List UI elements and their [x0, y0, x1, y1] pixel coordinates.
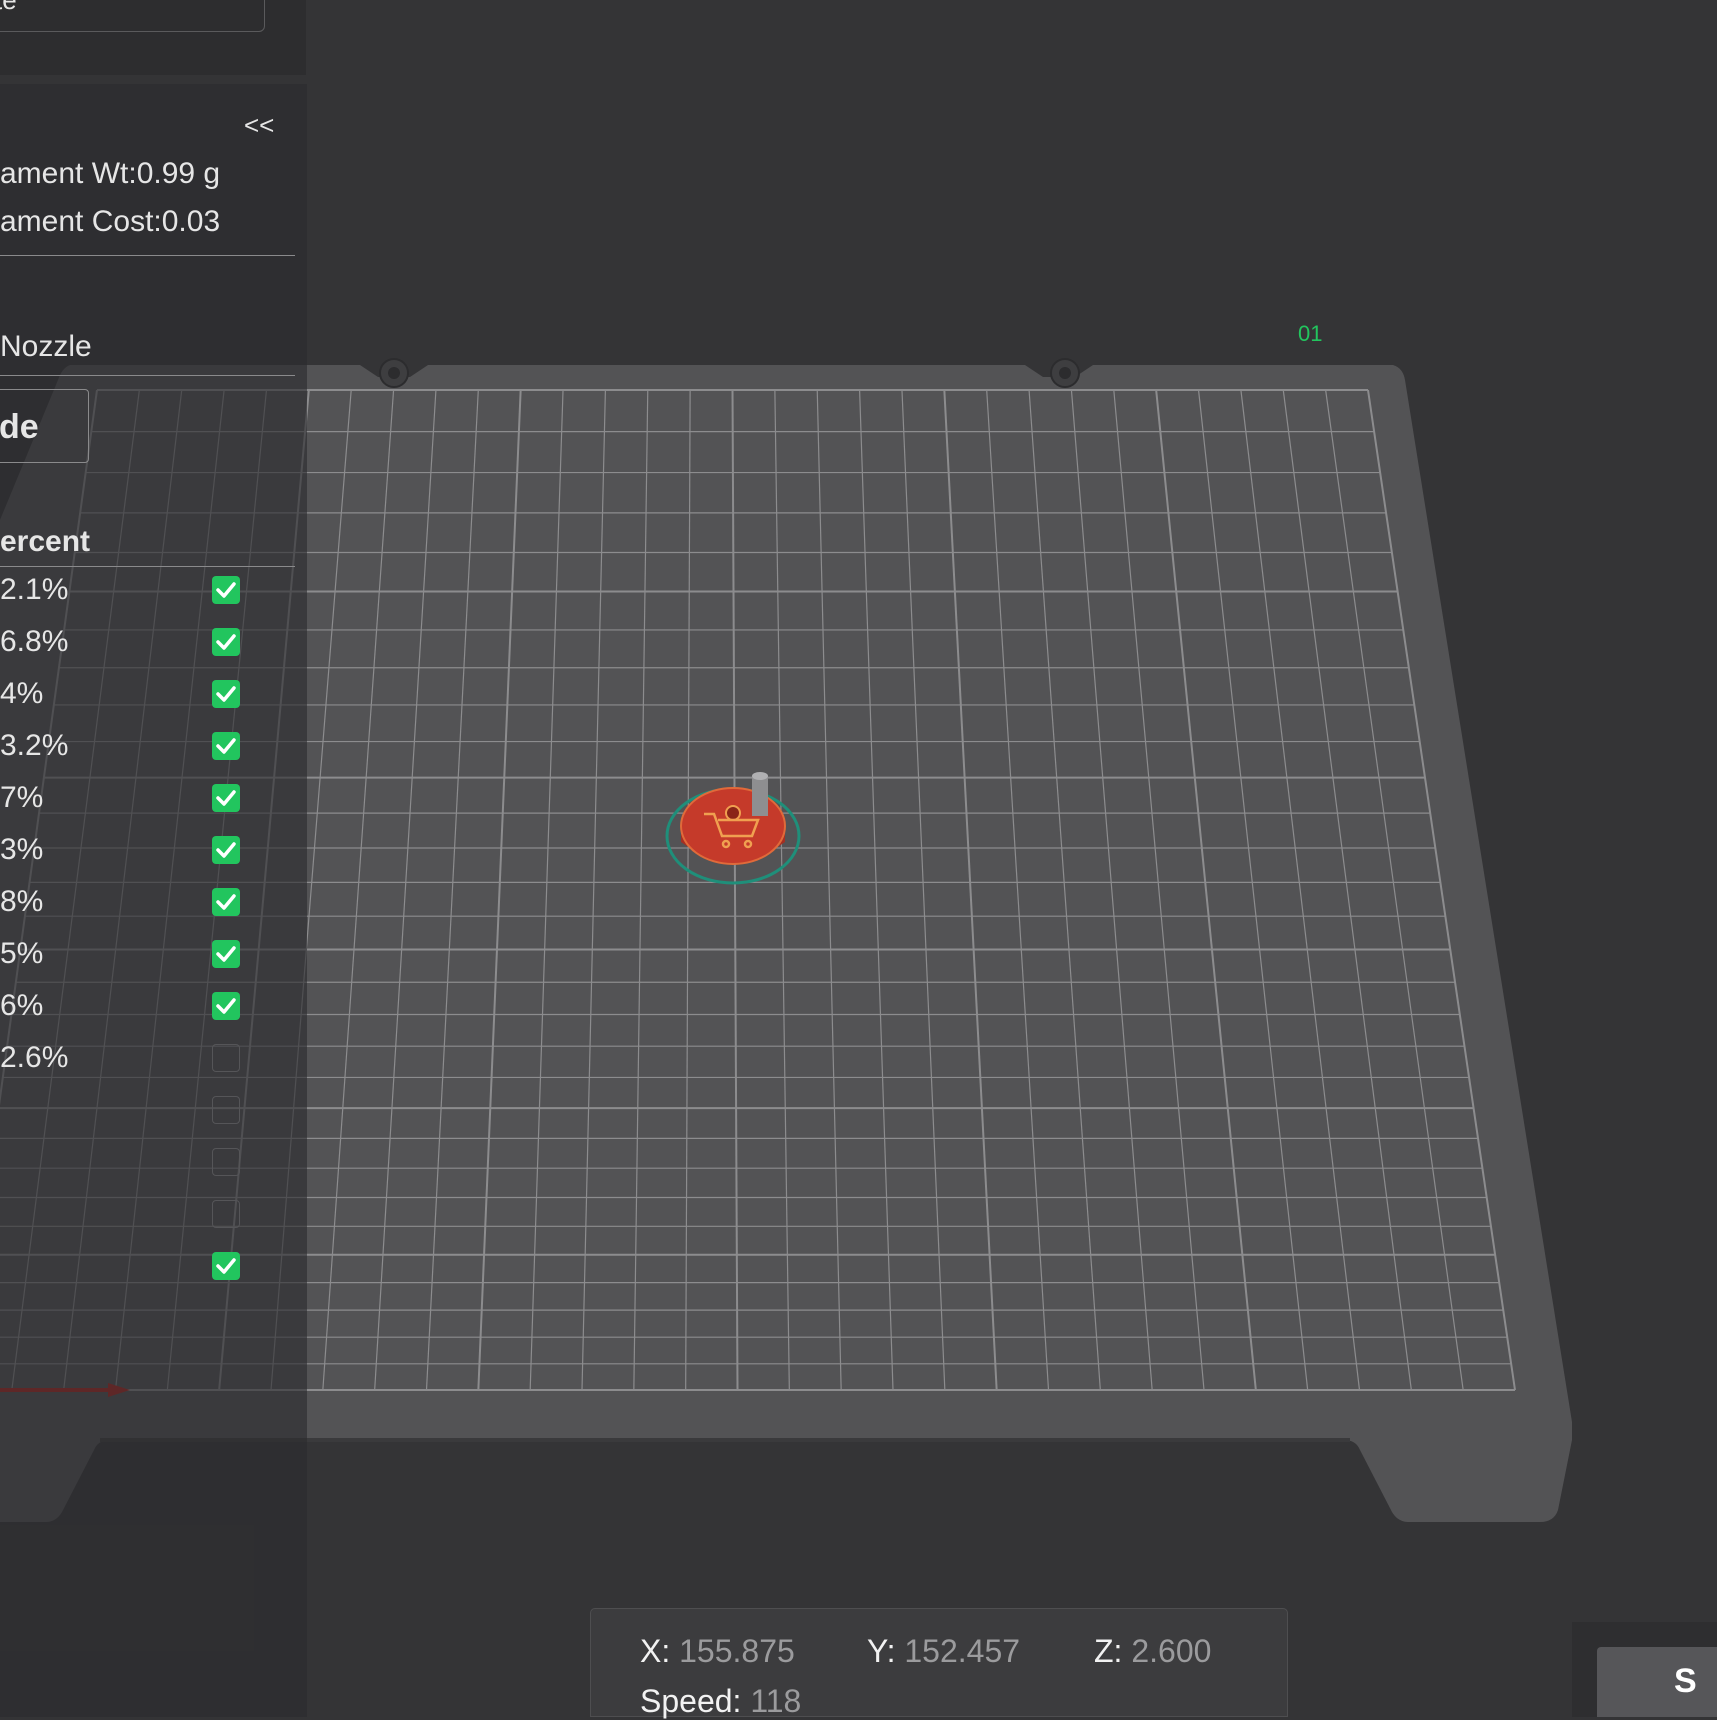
percent-value: 4%: [0, 677, 44, 710]
checkmark-icon: [216, 894, 236, 910]
visibility-checkbox[interactable]: [212, 1252, 240, 1280]
percent-value: 5%: [0, 937, 44, 970]
filament-weight: ament Wt:0.99 g: [0, 157, 221, 190]
visibility-checkbox[interactable]: [212, 992, 240, 1020]
list-item: 2.1%: [0, 564, 300, 616]
list-item: 3.2%: [0, 720, 300, 772]
view-mode-tab[interactable]: de: [0, 389, 89, 463]
visibility-checkbox[interactable]: [212, 680, 240, 708]
divider: [0, 375, 295, 376]
checkmark-icon: [216, 686, 236, 702]
slice-button[interactable]: [1597, 1647, 1717, 1717]
visibility-checkbox[interactable]: [212, 1148, 240, 1176]
corner-panel: S: [1572, 1622, 1717, 1717]
visibility-checkbox[interactable]: [212, 940, 240, 968]
list-item: 8%: [0, 876, 300, 928]
plate-mount-hole: [388, 367, 400, 379]
checkmark-icon: [216, 582, 236, 598]
list-item: 3%: [0, 824, 300, 876]
slice-button-label: S: [1674, 1662, 1697, 1700]
y-value: 152.457: [904, 1633, 1021, 1669]
checkmark-icon: [216, 738, 236, 754]
percent-value: 6.8%: [0, 625, 69, 658]
list-item: [0, 1240, 300, 1292]
visibility-checkbox[interactable]: [212, 888, 240, 916]
percent-value: 6%: [0, 989, 44, 1022]
divider: [0, 255, 295, 256]
x-value: 155.875: [679, 1633, 795, 1669]
visibility-checkbox[interactable]: [212, 1044, 240, 1072]
list-item: 2.6%: [0, 1032, 300, 1084]
speed-readout: Speed: 118: [640, 1683, 801, 1720]
percent-value: 8%: [0, 885, 44, 918]
speed-value: 118: [750, 1683, 802, 1719]
speed-label: Speed:: [640, 1683, 742, 1719]
checkmark-icon: [216, 842, 236, 858]
percent-value: 2.1%: [0, 573, 69, 606]
z-readout: Z: 2.600: [1094, 1633, 1211, 1670]
checkmark-icon: [216, 1258, 236, 1274]
visibility-checkbox[interactable]: [212, 576, 240, 604]
visibility-checkbox[interactable]: [212, 836, 240, 864]
plate-mount-hole: [1059, 367, 1071, 379]
percent-value: 7%: [0, 781, 44, 814]
filament-cost: ament Cost:0.03: [0, 205, 221, 238]
list-item: 7%: [0, 772, 300, 824]
top-field-text: te: [0, 0, 17, 15]
object-hole: [725, 805, 741, 821]
percent-value: 3%: [0, 833, 44, 866]
list-item: [0, 1188, 300, 1240]
list-item: 5%: [0, 928, 300, 980]
nozzle-label: Nozzle: [0, 330, 92, 363]
list-item: [0, 1084, 300, 1136]
y-readout: Y: 152.457: [867, 1633, 1020, 1670]
position-readout: X: 155.875 Y: 152.457 Z: 2.600 Speed: 11…: [590, 1608, 1288, 1720]
top-field[interactable]: te: [0, 0, 265, 32]
z-label: Z:: [1094, 1633, 1123, 1669]
checkmark-icon: [216, 998, 236, 1014]
checkmark-icon: [216, 634, 236, 650]
visibility-checkbox[interactable]: [212, 1200, 240, 1228]
top-panel: te: [0, 0, 306, 75]
x-readout: X: 155.875: [640, 1633, 795, 1670]
percent-header: ercent: [0, 525, 91, 558]
collapse-button[interactable]: <<: [244, 110, 274, 141]
percent-value: 3.2%: [0, 729, 69, 762]
list-item: 6%: [0, 980, 300, 1032]
visibility-checkbox[interactable]: [212, 1096, 240, 1124]
percent-value: 2.6%: [0, 1041, 69, 1074]
visibility-checkbox[interactable]: [212, 784, 240, 812]
list-item: 4%: [0, 668, 300, 720]
x-label: X:: [640, 1633, 671, 1669]
list-item: 6.8%: [0, 616, 300, 668]
z-value: 2.600: [1131, 1633, 1212, 1669]
visibility-checkbox[interactable]: [212, 732, 240, 760]
object-top: [680, 787, 786, 865]
visibility-checkbox[interactable]: [212, 628, 240, 656]
list-item: [0, 1136, 300, 1188]
plate-label: 01: [1298, 321, 1322, 346]
prime-tower-top: [752, 772, 768, 780]
prime-tower: [752, 776, 768, 816]
checkmark-icon: [216, 790, 236, 806]
y-label: Y:: [867, 1633, 896, 1669]
checkmark-icon: [216, 946, 236, 962]
